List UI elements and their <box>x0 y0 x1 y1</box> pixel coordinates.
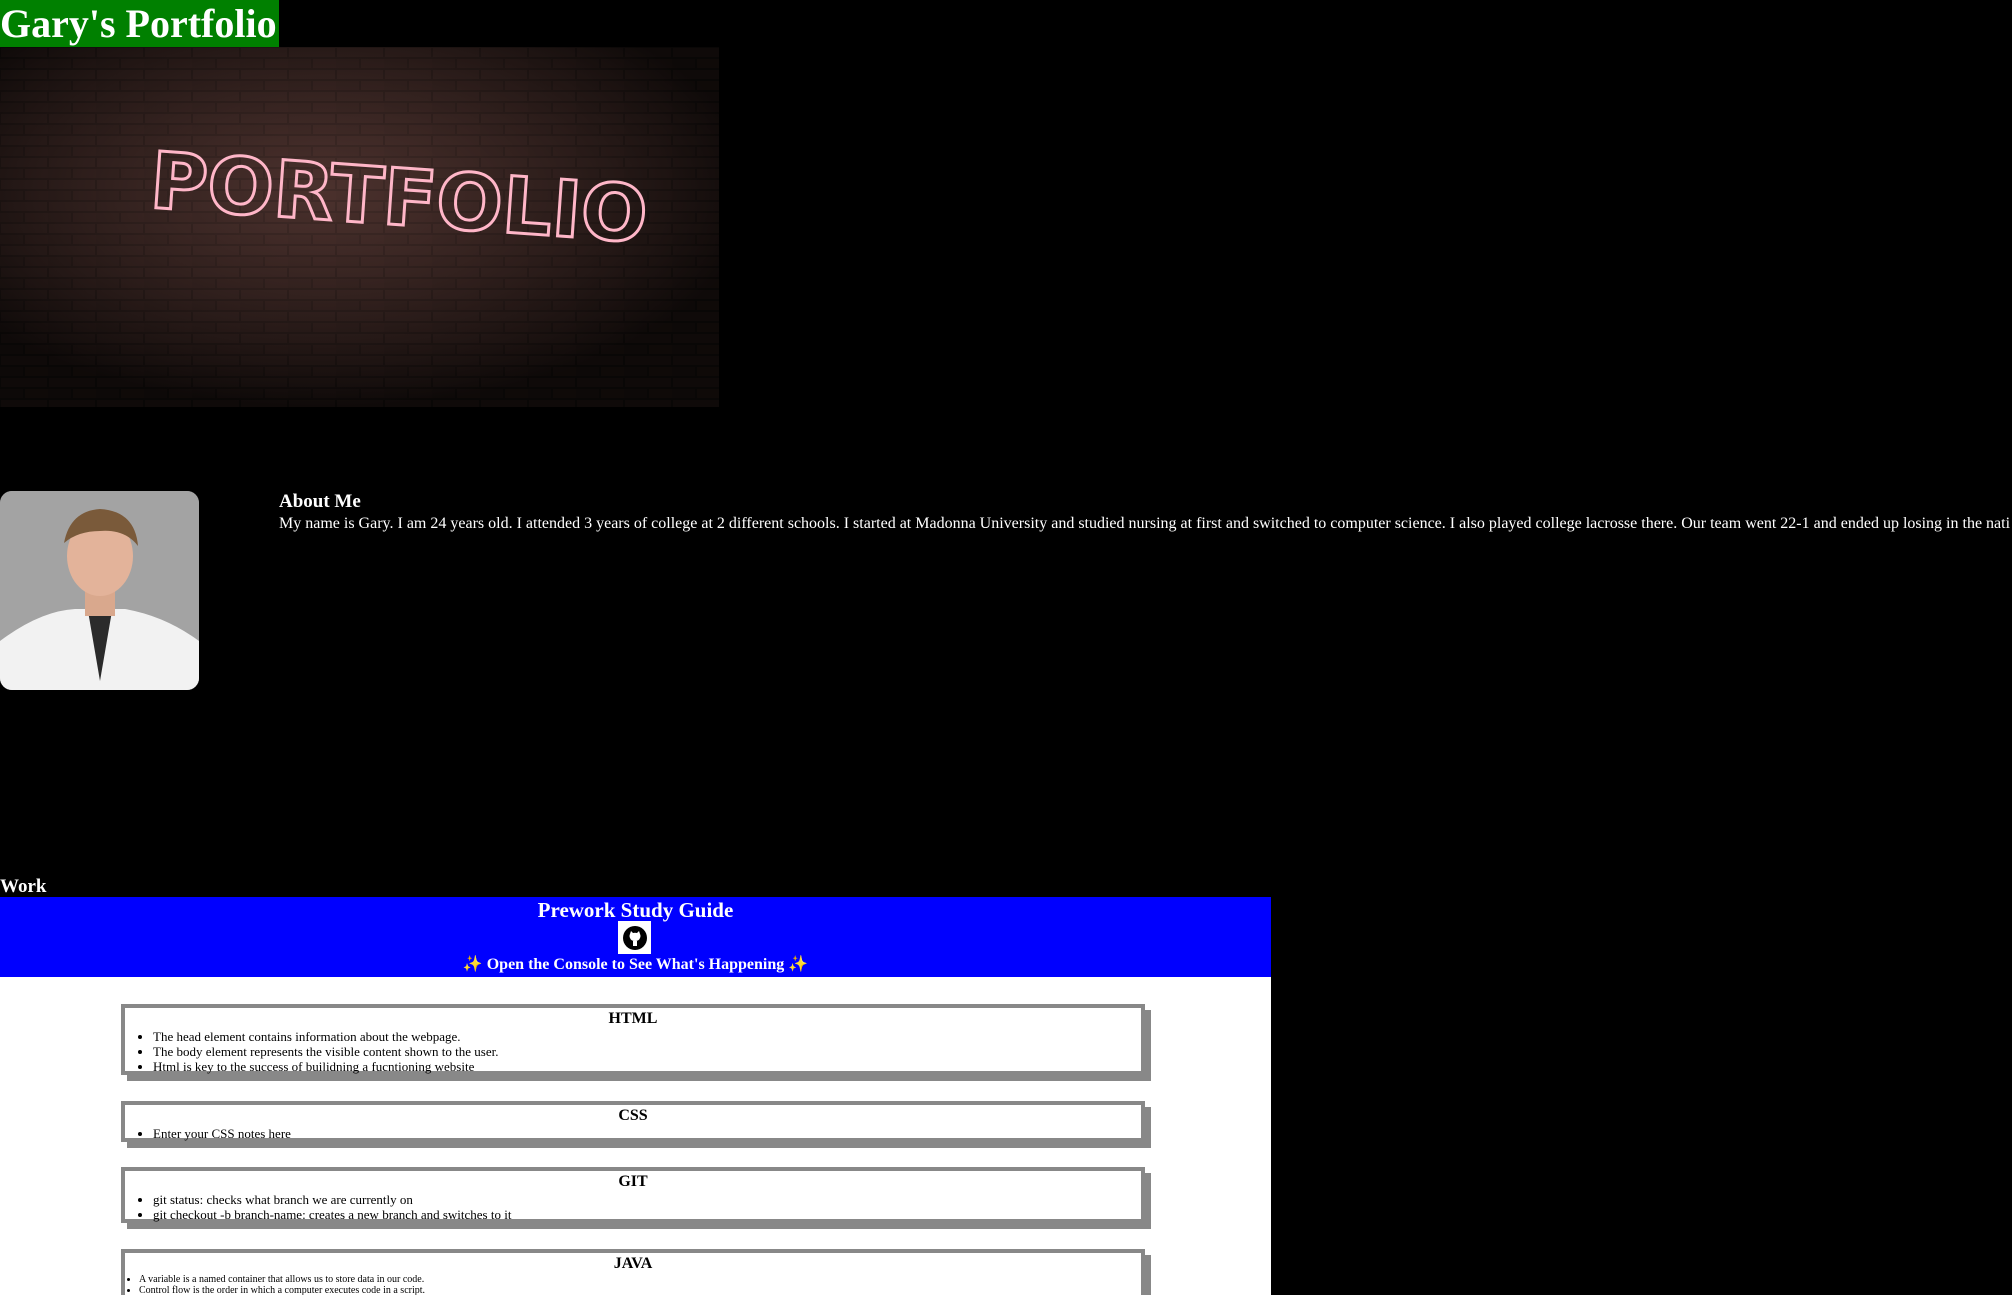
site-title: Gary's Portfolio <box>0 1 277 46</box>
list-item: git checkout -b branch-name: creates a n… <box>153 1207 1141 1222</box>
brick-wall-neon-image: PORTFOLIO <box>0 47 719 407</box>
section-list: A variable is a named container that all… <box>125 1274 1141 1295</box>
list-item: The body element represents the visible … <box>153 1044 1141 1059</box>
section-card-git: GIT git status: checks what branch we ar… <box>121 1167 1145 1223</box>
hero-image: PORTFOLIO <box>0 47 719 407</box>
list-item: git status: checks what branch we are cu… <box>153 1192 1141 1207</box>
about-section: About Me My name is Gary. I am 24 years … <box>279 490 2012 534</box>
section-title: JAVA <box>613 1255 653 1272</box>
about-text: My name is Gary. I am 24 years old. I at… <box>279 515 2011 532</box>
section-list: git status: checks what branch we are cu… <box>125 1192 1141 1222</box>
list-item: The head element contains information ab… <box>153 1029 1141 1044</box>
profile-photo <box>0 491 199 690</box>
list-item: A variable is a named container that all… <box>139 1274 1141 1285</box>
study-guide-subtitle: ✨ Open the Console to See What's Happeni… <box>0 955 1271 975</box>
section-list: Enter your CSS notes here <box>125 1126 1141 1141</box>
section-card-css: CSS Enter your CSS notes here <box>121 1101 1145 1142</box>
about-heading: About Me <box>279 491 361 512</box>
github-icon[interactable] <box>618 921 651 954</box>
section-title: GIT <box>618 1173 648 1190</box>
work-heading: Work <box>0 876 47 897</box>
section-card-html: HTML The head element contains informati… <box>121 1004 1145 1075</box>
sparkle-icon: ✨ <box>462 956 483 973</box>
study-guide-header: Prework Study Guide ✨ Open the Console t… <box>0 897 1271 977</box>
list-item: Control flow is the order in which a com… <box>139 1285 1141 1295</box>
section-card-java: JAVA A variable is a named container tha… <box>121 1249 1145 1295</box>
section-list: The head element contains information ab… <box>125 1029 1141 1074</box>
sparkle-icon: ✨ <box>788 956 809 973</box>
section-title: HTML <box>608 1010 658 1027</box>
study-guide-title: Prework Study Guide <box>537 898 734 922</box>
site-header: Gary's Portfolio <box>0 0 279 47</box>
list-item: Html is key to the success of builidning… <box>153 1059 1141 1074</box>
list-item: Enter your CSS notes here <box>153 1126 1141 1141</box>
section-title: CSS <box>618 1107 648 1124</box>
study-guide-subtitle-text: Open the Console to See What's Happening <box>486 956 785 973</box>
study-guide-embed: Prework Study Guide ✨ Open the Console t… <box>0 897 1271 1295</box>
